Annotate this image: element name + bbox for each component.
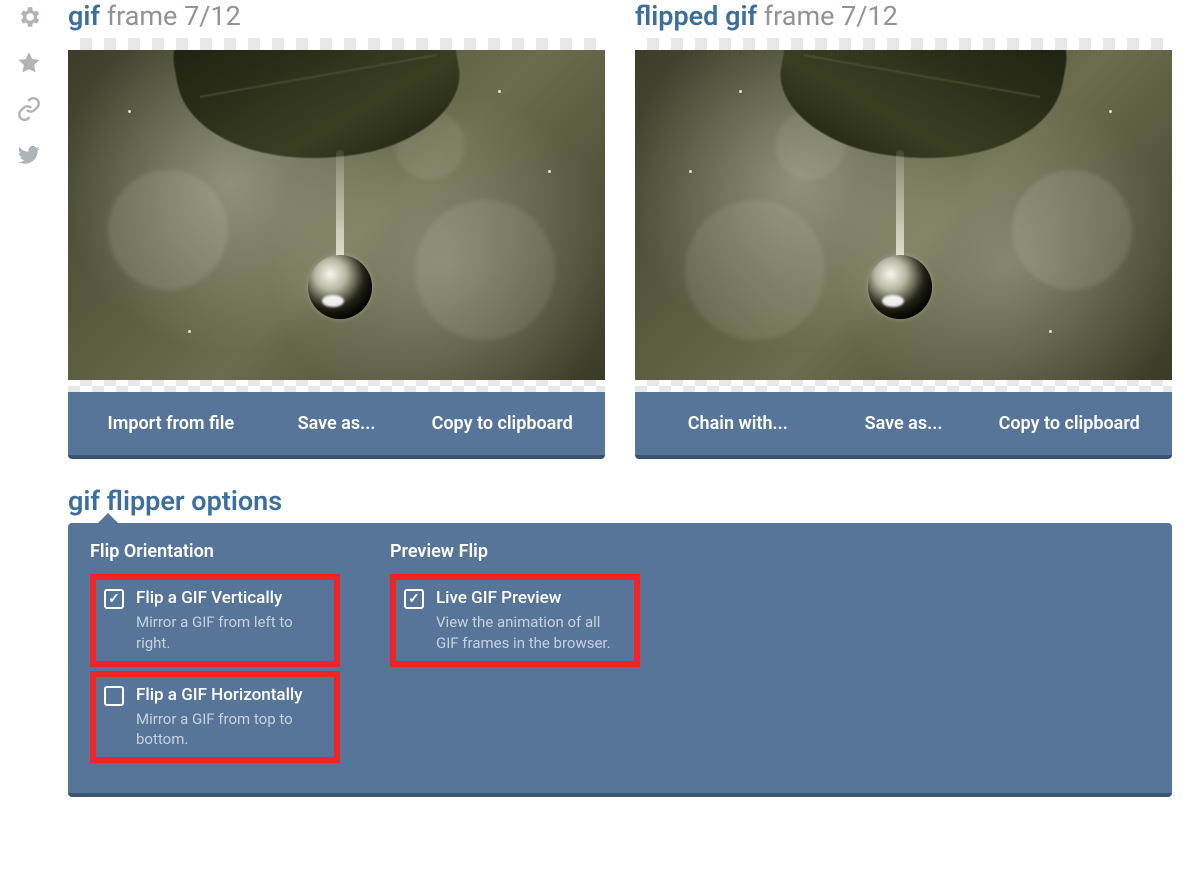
gif-preview-flipped[interactable] xyxy=(635,50,1172,380)
panel-title-original: gif frame 7/12 xyxy=(68,0,605,32)
panel-title-flipped: flipped gif frame 7/12 xyxy=(635,0,1172,32)
option-item[interactable]: Flip a GIF Vertically Mirror a GIF from l… xyxy=(90,574,340,667)
option-description: Mirror a GIF from top to bottom. xyxy=(136,709,326,750)
option-item[interactable]: Flip a GIF Horizontally Mirror a GIF from… xyxy=(90,671,340,764)
option-column: Preview Flip Live GIF Preview View the ani… xyxy=(390,541,640,767)
import-from-file-button[interactable]: Import from file xyxy=(88,408,254,439)
actionbar-original: Import from file Save as... Copy to clip… xyxy=(68,392,605,459)
preview-container-flipped xyxy=(635,38,1172,392)
option-label: Flip a GIF Vertically xyxy=(136,588,326,608)
panel-flipped: flipped gif frame 7/12 Chain with... Sav… xyxy=(635,0,1172,459)
option-description: View the animation of all GIF frames in … xyxy=(436,612,626,653)
option-label: Live GIF Preview xyxy=(436,588,626,608)
checkbox[interactable] xyxy=(104,589,124,609)
panel-title-frame: frame 7/12 xyxy=(764,0,898,32)
options-title: gif flipper options xyxy=(68,485,1172,517)
option-heading: Preview Flip xyxy=(390,541,640,562)
panel-title-blue: flipped gif xyxy=(635,0,757,32)
copy-to-clipboard-button[interactable]: Copy to clipboard xyxy=(419,408,585,439)
gear-icon[interactable] xyxy=(16,4,42,30)
option-item[interactable]: Live GIF Preview View the animation of al… xyxy=(390,574,640,667)
checkbox[interactable] xyxy=(104,686,124,706)
sidebar-icons xyxy=(8,4,50,168)
actionbar-flipped: Chain with... Save as... Copy to clipboa… xyxy=(635,392,1172,459)
chain-with-button[interactable]: Chain with... xyxy=(655,408,821,439)
checkbox[interactable] xyxy=(404,589,424,609)
star-icon[interactable] xyxy=(16,50,42,76)
options-panel: Flip Orientation Flip a GIF Vertically Mir… xyxy=(68,523,1172,797)
preview-container-original xyxy=(68,38,605,392)
link-icon[interactable] xyxy=(16,96,42,122)
save-as-button[interactable]: Save as... xyxy=(254,408,420,439)
copy-to-clipboard-button[interactable]: Copy to clipboard xyxy=(986,408,1152,439)
option-label: Flip a GIF Horizontally xyxy=(136,685,326,705)
panel-title-frame: frame 7/12 xyxy=(107,0,241,32)
save-as-button[interactable]: Save as... xyxy=(821,408,987,439)
gif-preview-original[interactable] xyxy=(68,50,605,380)
option-heading: Flip Orientation xyxy=(90,541,340,562)
twitter-icon[interactable] xyxy=(16,142,42,168)
panel-original: gif frame 7/12 Import from file Save as.… xyxy=(68,0,605,459)
option-description: Mirror a GIF from left to right. xyxy=(136,612,326,653)
panel-title-blue: gif xyxy=(68,0,100,32)
option-column: Flip Orientation Flip a GIF Vertically Mir… xyxy=(90,541,340,767)
